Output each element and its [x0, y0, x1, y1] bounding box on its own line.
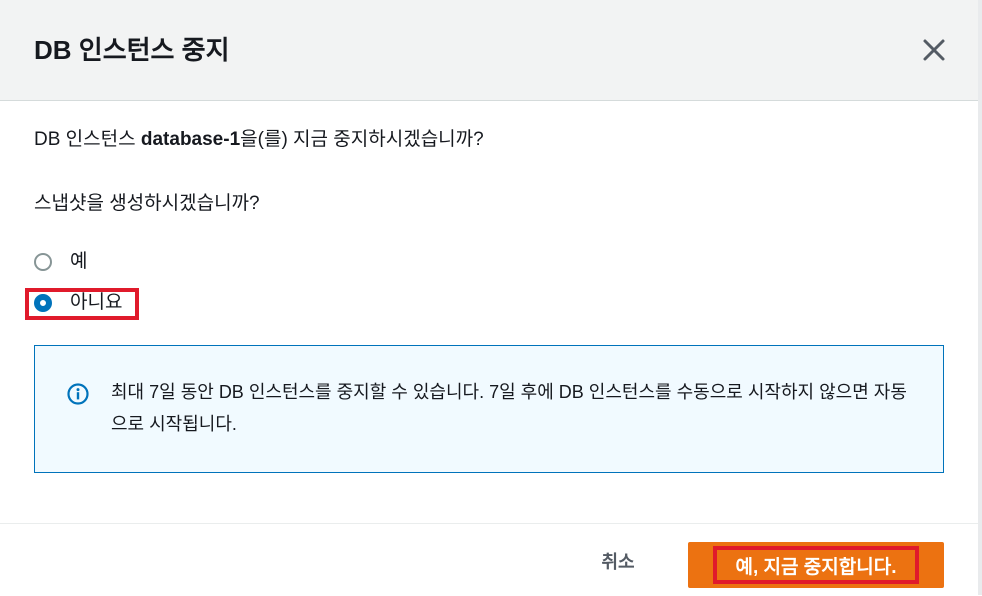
radio-label-yes: 예 [70, 251, 88, 272]
close-button[interactable] [920, 36, 948, 64]
stop-db-instance-modal: DB 인스턴스 중지 DB 인스턴스 database-1을(를) 지금 중지하… [0, 0, 982, 596]
stop-confirmation-question: DB 인스턴스 database-1을(를) 지금 중지하시겠습니까? [34, 125, 484, 155]
confirm-stop-button[interactable]: 예, 지금 중지합니다. [688, 542, 944, 588]
cancel-button[interactable]: 취소 [578, 542, 658, 582]
close-icon [923, 39, 945, 61]
question-suffix: 을(를) 지금 중지하시겠습니까? [240, 129, 484, 150]
question-prefix: DB 인스턴스 [34, 129, 141, 150]
modal-header: DB 인스턴스 중지 [0, 0, 978, 101]
modal-title: DB 인스턴스 중지 [34, 35, 230, 65]
db-instance-name: database-1 [140, 129, 241, 150]
radio-option-yes[interactable]: 예 [34, 247, 87, 277]
info-icon [67, 383, 89, 405]
radio-button-unchecked[interactable] [34, 253, 52, 271]
info-alert: 최대 7일 동안 DB 인스턴스를 중지할 수 있습니다. 7일 후에 DB 인… [34, 345, 944, 473]
snapshot-question: 스냅샷을 생성하시겠습니까? [34, 193, 260, 214]
selection-highlight-box [25, 288, 139, 320]
confirm-highlight-box: 예, 지금 중지합니다. [713, 546, 919, 584]
info-alert-text: 최대 7일 동안 DB 인스턴스를 중지할 수 있습니다. 7일 후에 DB 인… [111, 382, 907, 434]
modal-footer: 취소 예, 지금 중지합니다. [0, 523, 978, 596]
confirm-stop-label: 예, 지금 중지합니다. [735, 556, 897, 578]
